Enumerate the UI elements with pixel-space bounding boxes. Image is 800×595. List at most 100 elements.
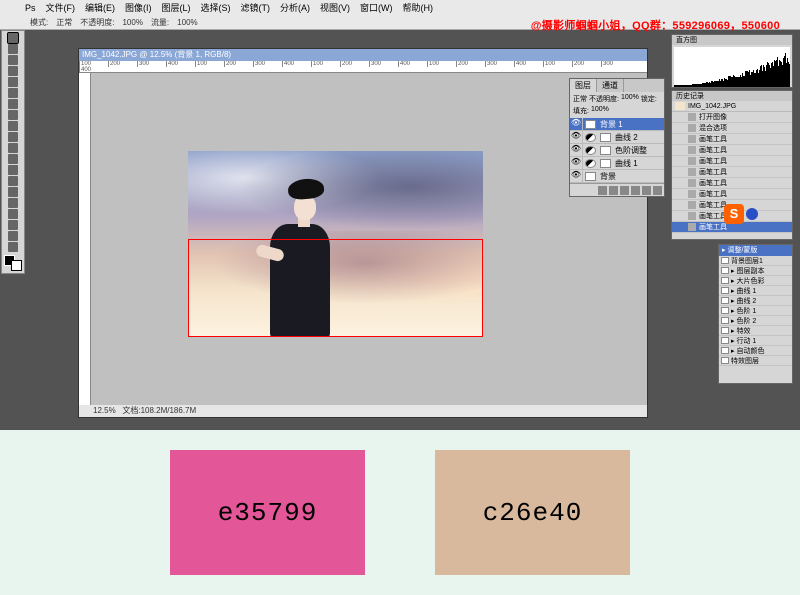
blur-tool-icon[interactable] xyxy=(8,165,18,175)
action-item[interactable]: ▸ 行动 1 xyxy=(719,336,792,346)
action-item[interactable]: ▸ 图层副本 xyxy=(719,266,792,276)
menu-layer[interactable]: 图层(L) xyxy=(162,1,191,14)
history-item[interactable]: 画笔工具 xyxy=(672,134,792,145)
history-tab[interactable]: 历史记录 xyxy=(672,91,792,101)
action-item[interactable]: 特效图层 xyxy=(719,356,792,366)
tab-channels[interactable]: 通道 xyxy=(597,79,624,92)
stamp-tool-icon[interactable] xyxy=(8,121,18,131)
color-swatch-1: e35799 xyxy=(170,450,365,575)
pen-tool-icon[interactable] xyxy=(8,187,18,197)
gradient-tool-icon[interactable] xyxy=(8,154,18,164)
trash-icon[interactable] xyxy=(653,186,662,195)
action-item[interactable]: ▸ 曲线 2 xyxy=(719,296,792,306)
dodge-tool-icon[interactable] xyxy=(8,176,18,186)
history-item[interactable]: 画笔工具 xyxy=(672,156,792,167)
marquee-tool-icon[interactable] xyxy=(8,44,18,54)
action-thumb-icon xyxy=(721,357,729,364)
action-thumb-icon xyxy=(721,327,729,334)
opt-flow-value[interactable]: 100% xyxy=(177,18,197,27)
path-tool-icon[interactable] xyxy=(8,209,18,219)
wand-tool-icon[interactable] xyxy=(8,66,18,76)
fx-icon[interactable] xyxy=(598,186,607,195)
new-layer-icon[interactable] xyxy=(642,186,651,195)
visibility-icon[interactable]: 👁 xyxy=(570,170,583,183)
action-item[interactable]: ▸ 自动颜色 xyxy=(719,346,792,356)
move-tool-icon[interactable] xyxy=(8,33,18,43)
background-swatch[interactable] xyxy=(11,260,22,271)
action-item[interactable]: 背景图层1 xyxy=(719,256,792,266)
menu-help[interactable]: 帮助(H) xyxy=(403,1,434,14)
zoom-tool-icon[interactable] xyxy=(8,242,18,252)
history-item[interactable]: 画笔工具 xyxy=(672,167,792,178)
eraser-tool-icon[interactable] xyxy=(8,143,18,153)
history-item[interactable]: 画笔工具 xyxy=(672,178,792,189)
layer-thumb-icon xyxy=(585,120,596,129)
sogou-badge-icon[interactable]: S xyxy=(724,204,744,224)
menu-filter[interactable]: 滤镜(T) xyxy=(241,1,271,14)
layer-row[interactable]: 👁 背景 xyxy=(570,170,664,183)
opt-opacity-value[interactable]: 100% xyxy=(122,18,142,27)
menu-file[interactable]: 文件(F) xyxy=(46,1,76,14)
layer-thumb-icon xyxy=(585,133,596,142)
menu-select[interactable]: 选择(S) xyxy=(201,1,231,14)
layer-row[interactable]: 👁背景 1 xyxy=(570,118,664,131)
color-swatches-icon[interactable] xyxy=(4,255,22,271)
action-thumb-icon xyxy=(721,277,729,284)
action-thumb-icon xyxy=(721,347,729,354)
tab-layers[interactable]: 图层 xyxy=(570,79,597,92)
menu-edit[interactable]: 编辑(E) xyxy=(85,1,115,14)
action-item[interactable]: ▸ 曲线 1 xyxy=(719,286,792,296)
action-item[interactable]: ▸ 特效 xyxy=(719,326,792,336)
shape-tool-icon[interactable] xyxy=(8,220,18,230)
opt-mode-label: 模式: xyxy=(30,17,48,28)
ruler-horizontal: 1002003004001002003004001002003004001002… xyxy=(79,61,647,73)
blend-mode-select[interactable]: 正常 xyxy=(573,94,587,104)
type-tool-icon[interactable] xyxy=(8,198,18,208)
folder-icon[interactable] xyxy=(631,186,640,195)
history-item[interactable]: 画笔工具 xyxy=(672,145,792,156)
histogram-tab[interactable]: 直方图 xyxy=(672,35,792,45)
canvas-area[interactable] xyxy=(91,73,635,405)
visibility-icon[interactable]: 👁 xyxy=(570,118,583,131)
history-file: IMG_1042.JPG xyxy=(688,103,736,110)
layer-name: 背景 xyxy=(598,171,616,182)
opt-mode-value[interactable]: 正常 xyxy=(56,17,72,28)
history-brush-icon[interactable] xyxy=(8,132,18,142)
brush-tool-icon[interactable] xyxy=(8,110,18,120)
history-item[interactable]: 混合选项 xyxy=(672,123,792,134)
menu-window[interactable]: 窗口(W) xyxy=(360,1,393,14)
lasso-tool-icon[interactable] xyxy=(8,55,18,65)
menu-view[interactable]: 视图(V) xyxy=(320,1,350,14)
histogram-graph xyxy=(674,47,790,87)
visibility-icon[interactable]: 👁 xyxy=(570,144,583,157)
action-item[interactable]: ▸ 色阶 1 xyxy=(719,306,792,316)
menu-ps[interactable]: Ps xyxy=(25,3,36,13)
mask-icon[interactable] xyxy=(609,186,618,195)
layer-row[interactable]: 👁色阶调整 xyxy=(570,144,664,157)
action-thumb-icon xyxy=(721,287,729,294)
heal-tool-icon[interactable] xyxy=(8,99,18,109)
opacity-value[interactable]: 100% xyxy=(621,94,639,104)
layer-row[interactable]: 👁曲线 1 xyxy=(570,157,664,170)
layer-row[interactable]: 👁曲线 2 xyxy=(570,131,664,144)
color-swatch-1-label: e35799 xyxy=(218,498,318,528)
history-item[interactable]: 画笔工具 xyxy=(672,189,792,200)
zoom-value[interactable]: 12.5% xyxy=(93,406,116,415)
actions-header[interactable]: ▸ 调整/蒙版 xyxy=(719,245,792,256)
menu-image[interactable]: 图像(I) xyxy=(125,1,152,14)
menu-analysis[interactable]: 分析(A) xyxy=(280,1,310,14)
visibility-icon[interactable]: 👁 xyxy=(570,131,583,144)
fill-value[interactable]: 100% xyxy=(591,106,609,116)
adjustment-icon[interactable] xyxy=(620,186,629,195)
action-thumb-icon xyxy=(721,297,729,304)
visibility-icon[interactable]: 👁 xyxy=(570,157,583,170)
eyedropper-tool-icon[interactable] xyxy=(8,88,18,98)
history-thumb-icon xyxy=(675,102,685,110)
history-item[interactable]: 打开图像 xyxy=(672,112,792,123)
selection-rectangle[interactable] xyxy=(188,239,483,337)
mask-thumb-icon xyxy=(600,159,611,168)
crop-tool-icon[interactable] xyxy=(8,77,18,87)
hand-tool-icon[interactable] xyxy=(8,231,18,241)
action-item[interactable]: ▸ 大片色彩 xyxy=(719,276,792,286)
action-item[interactable]: ▸ 色阶 2 xyxy=(719,316,792,326)
